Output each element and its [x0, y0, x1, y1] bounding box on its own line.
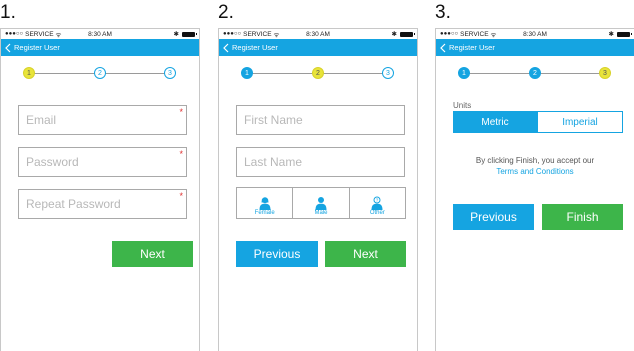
- terms-link[interactable]: Terms and Conditions: [436, 166, 634, 177]
- last-name-field[interactable]: Last Name: [236, 147, 405, 177]
- wifi-icon: ᯤ: [273, 31, 280, 39]
- required-mark: *: [179, 149, 183, 159]
- first-name-field[interactable]: First Name: [236, 105, 405, 135]
- back-chevron-icon[interactable]: [4, 43, 11, 53]
- screen-number: 2.: [218, 2, 234, 23]
- gender-label: Female: [254, 210, 275, 216]
- screen-3: 3. ●●●○○ SERVICE ᯤ 8:30 AM ✱ Register User…: [435, 0, 634, 351]
- carrier-label: SERVICE: [25, 30, 54, 38]
- phone-frame: ●●●○○ SERVICE ᯤ 8:30 AM ✱ Register User 1 …: [218, 28, 418, 351]
- units-label: Units: [453, 101, 472, 110]
- previous-button[interactable]: Previous: [236, 241, 318, 267]
- gender-selector: Female Male ? Other: [236, 187, 406, 219]
- repeat-password-field[interactable]: Repeat Password *: [18, 189, 187, 219]
- next-button[interactable]: Next: [325, 241, 406, 267]
- svg-text:?: ?: [376, 198, 379, 203]
- units-toggle: Metric Imperial: [453, 111, 623, 133]
- terms-notice: By clicking Finish, you accept our Terms…: [436, 155, 634, 177]
- nav-bar: Register User: [219, 39, 417, 56]
- bluetooth-icon: ✱: [173, 31, 179, 38]
- status-bar: ●●●○○ SERVICE ᯤ 8:30 AM ✱: [219, 29, 417, 39]
- battery-icon: [400, 31, 415, 37]
- gender-option-female[interactable]: Female: [237, 188, 294, 218]
- wifi-icon: ᯤ: [490, 31, 497, 39]
- progress-stepper: 1 2 3: [1, 56, 199, 80]
- password-field[interactable]: Password *: [18, 147, 187, 177]
- battery-icon: [182, 31, 197, 37]
- back-chevron-icon[interactable]: [439, 43, 446, 53]
- status-bar: ●●●○○ SERVICE ᯤ 8:30 AM ✱: [1, 29, 199, 39]
- step-3: 3: [164, 67, 176, 79]
- finish-button[interactable]: Finish: [542, 204, 623, 230]
- nav-title: Register User: [14, 43, 60, 52]
- other-user-icon: ?: [371, 196, 383, 210]
- carrier-label: SERVICE: [460, 30, 489, 38]
- first-name-placeholder: First Name: [244, 113, 303, 127]
- wifi-icon: ᯤ: [55, 31, 62, 39]
- password-placeholder: Password: [26, 155, 79, 169]
- gender-option-other[interactable]: ? Other: [350, 188, 405, 218]
- step-2: 2: [529, 67, 541, 79]
- step-3: 3: [599, 67, 611, 79]
- phone-frame: ●●●○○ SERVICE ᯤ 8:30 AM ✱ Register User 1 …: [0, 28, 200, 351]
- phone-frame: ●●●○○ SERVICE ᯤ 8:30 AM ✱ Register User 1 …: [435, 28, 634, 351]
- screen-number: 3.: [435, 2, 451, 23]
- signal-dots-icon: ●●●○○: [223, 31, 242, 37]
- nav-bar: Register User: [1, 39, 199, 56]
- repeat-password-placeholder: Repeat Password: [26, 197, 121, 211]
- step-1: 1: [458, 67, 470, 79]
- signal-dots-icon: ●●●○○: [5, 31, 24, 37]
- screen-number: 1.: [0, 2, 16, 23]
- next-button[interactable]: Next: [112, 241, 193, 267]
- gender-label: Male: [314, 210, 328, 216]
- terms-text: By clicking Finish, you accept our: [475, 156, 595, 165]
- units-option-metric[interactable]: Metric: [453, 111, 537, 133]
- male-user-icon: [315, 197, 327, 210]
- gender-label: Other: [369, 210, 385, 216]
- nav-bar: Register User: [436, 39, 634, 56]
- required-mark: *: [179, 191, 183, 201]
- screen-2: 2. ●●●○○ SERVICE ᯤ 8:30 AM ✱ Register User…: [218, 0, 418, 351]
- step-1: 1: [241, 67, 253, 79]
- step-1: 1: [23, 67, 35, 79]
- bluetooth-icon: ✱: [608, 31, 614, 38]
- nav-title: Register User: [232, 43, 278, 52]
- step-3: 3: [382, 67, 394, 79]
- battery-icon: [617, 31, 632, 37]
- last-name-placeholder: Last Name: [244, 155, 303, 169]
- units-option-imperial[interactable]: Imperial: [537, 111, 623, 133]
- female-user-icon: [259, 197, 271, 210]
- carrier-label: SERVICE: [243, 30, 272, 38]
- email-placeholder: Email: [26, 113, 57, 127]
- nav-title: Register User: [449, 43, 495, 52]
- step-2: 2: [94, 67, 106, 79]
- progress-stepper: 1 2 3: [219, 56, 417, 80]
- bluetooth-icon: ✱: [391, 31, 397, 38]
- required-mark: *: [179, 107, 183, 117]
- back-chevron-icon[interactable]: [222, 43, 229, 53]
- gender-option-male[interactable]: Male: [293, 188, 350, 218]
- email-field[interactable]: Email *: [18, 105, 187, 135]
- signal-dots-icon: ●●●○○: [440, 31, 459, 37]
- screen-1: 1. ●●●○○ SERVICE ᯤ 8:30 AM ✱ Register User…: [0, 0, 200, 351]
- status-bar: ●●●○○ SERVICE ᯤ 8:30 AM ✱: [436, 29, 634, 39]
- progress-stepper: 1 2 3: [436, 56, 634, 80]
- previous-button[interactable]: Previous: [453, 204, 534, 230]
- step-2: 2: [312, 67, 324, 79]
